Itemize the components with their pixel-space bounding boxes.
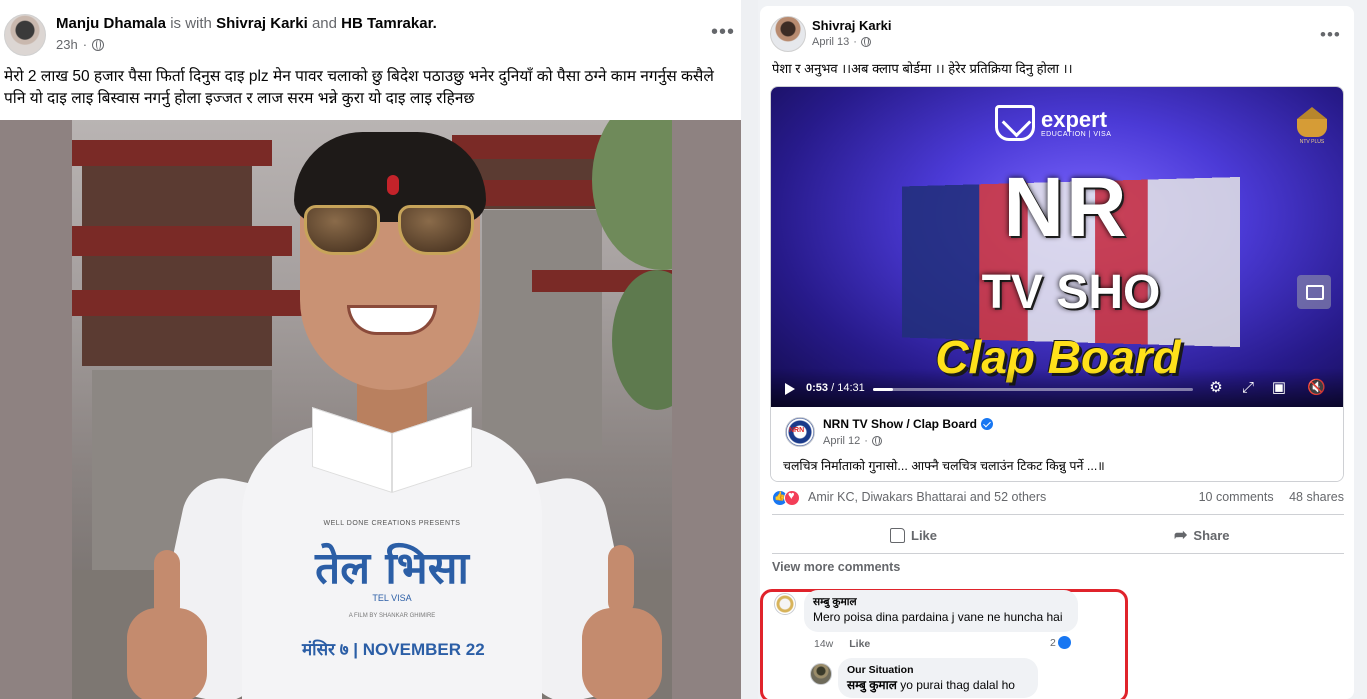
right-panel: Shivraj Karki April 13 · ••• पेशा र अनुभ… [758, 0, 1367, 699]
source-page-name[interactable]: NRN TV Show / Clap Board [823, 417, 994, 431]
tshirt-print: WELL DONE CREATIONS PRESENTS तेल भिसा TE… [302, 520, 485, 660]
right-post: Shivraj Karki April 13 · ••• पेशा र अनुभ… [760, 6, 1354, 699]
author-name[interactable]: Shivraj Karki [812, 18, 892, 33]
channel-badge: NTV PLUS [1297, 107, 1327, 145]
post-time-label[interactable]: 23h [56, 37, 78, 52]
photo-scene: WELL DONE CREATIONS PRESENTS तेल भिसा TE… [72, 120, 672, 699]
tshirt-subtitle: TEL VISA [372, 593, 412, 603]
share-arrow-icon: ➦ [1174, 527, 1188, 544]
author-name[interactable]: Manju Dhamala [56, 15, 166, 32]
source-text: चलचित्र निर्माताको गुनासो... आफ्नै चलचित… [783, 459, 1105, 473]
video-current-time: 0:53 [806, 382, 829, 394]
comments-count[interactable]: 10 comments [1199, 490, 1274, 504]
love-reaction-icon [784, 490, 800, 506]
picture-in-picture-icon[interactable] [1297, 275, 1331, 309]
post-time: April 13 · [812, 36, 871, 48]
author-avatar[interactable] [4, 14, 46, 56]
like-label: Like [911, 527, 938, 543]
screenshot-root: Manju Dhamala is with Shivraj Karki and … [0, 0, 1367, 699]
more-options-icon[interactable]: ••• [711, 22, 735, 42]
book-icon [995, 105, 1035, 141]
post-header: Manju Dhamala is with Shivraj Karki and … [56, 15, 437, 32]
author-avatar[interactable] [770, 16, 806, 52]
comment-time[interactable]: 14w [814, 638, 833, 650]
video-title-line-1: NR [1003, 160, 1129, 254]
more-options-icon[interactable]: ••• [1320, 26, 1341, 43]
source-name-label[interactable]: NRN TV Show / Clap Board [823, 417, 977, 431]
fullscreen-icon[interactable]: ⤢ [1240, 380, 1256, 396]
sunglasses [304, 205, 479, 257]
video-progress-bar[interactable] [873, 388, 1193, 391]
shared-source: NRN NRN TV Show / Clap Board April 12 · … [771, 407, 1343, 481]
logo-sub: EDUCATION | VISA [1041, 130, 1112, 138]
post-photo[interactable]: WELL DONE CREATIONS PRESENTS तेल भिसा TE… [0, 120, 741, 699]
tagged-user-1[interactable]: Shivraj Karki [216, 15, 308, 32]
play-icon[interactable] [785, 383, 795, 395]
reply-mention[interactable]: सम्बु कुमाल [847, 678, 897, 692]
commenter-avatar[interactable] [774, 593, 796, 615]
reaction-icons[interactable] [772, 490, 802, 506]
tshirt-credit: A FILM BY SHANKAR GHIMIRE [348, 613, 436, 619]
reply-text: सम्बु कुमाल yo purai thag dalal ho [847, 677, 1029, 693]
tshirt-presents: WELL DONE CREATIONS PRESENTS [323, 520, 461, 527]
expert-logo: expert EDUCATION | VISA [995, 105, 1111, 141]
view-more-comments[interactable]: View more comments [772, 560, 900, 574]
globe-icon [860, 37, 871, 47]
shares-count[interactable]: 48 shares [1289, 490, 1344, 504]
is-with-text: is with [170, 15, 212, 32]
channel-badge-text: NTV PLUS [1299, 139, 1325, 145]
like-button[interactable]: Like [890, 523, 937, 547]
post-time-label[interactable]: April 13 [812, 36, 849, 48]
left-post: Manju Dhamala is with Shivraj Karki and … [0, 0, 741, 699]
video-time: 0:53 / 14:31 [806, 382, 865, 394]
comment-reactions[interactable]: 2 [1050, 636, 1071, 649]
logo-name: expert [1041, 106, 1108, 132]
reply-author[interactable]: Our Situation [847, 663, 1029, 677]
settings-gear-icon[interactable]: ⚙ [1208, 380, 1224, 396]
verified-badge-icon [981, 418, 994, 430]
globe-icon [92, 38, 105, 51]
like-reaction-icon [1057, 636, 1071, 649]
video-progress-fill [873, 388, 893, 391]
tshirt-date: मंसिर ७ | NOVEMBER 22 [302, 640, 485, 659]
reply-bubble: Our Situation सम्बु कुमाल yo purai thag … [838, 658, 1038, 698]
comment-like-link[interactable]: Like [849, 638, 870, 650]
comment-text: Mero poisa dina pardaina j vane ne hunch… [813, 610, 1063, 624]
post-text: पेशा र अनुभव ।।अब क्लाप बोर्डमा ।। हेरेर… [772, 61, 1073, 76]
mute-icon[interactable]: 🔇 [1307, 380, 1326, 396]
source-time-label[interactable]: April 12 [823, 435, 860, 447]
video-player[interactable]: expert EDUCATION | VISA NTV PLUS NR TV S… [771, 87, 1343, 407]
video-duration: 14:31 [837, 382, 865, 394]
reply-avatar[interactable] [810, 663, 832, 685]
globe-icon [871, 436, 882, 446]
and-text: and [311, 15, 337, 32]
video-title-line-2: TV SHO [981, 267, 1161, 319]
reaction-names[interactable]: Amir KC, Diwakars Bhattarai and 52 other… [808, 490, 1046, 504]
comment-author[interactable]: सम्बु कुमाल [813, 595, 1069, 609]
post-text: मेरो 2 लाख 50 हजार पैसा फिर्ता दिनुस दाइ… [4, 68, 714, 107]
share-button[interactable]: ➦ Share [1174, 523, 1230, 547]
video-controls: 0:53 / 14:31 ⚙ ⤢ ▣ 🔇 [771, 369, 1343, 407]
panel-divider [741, 0, 758, 699]
post-actions: Like ➦ Share [772, 514, 1344, 554]
reply-body: yo purai thag dalal ho [900, 678, 1015, 692]
miniplayer-icon[interactable]: ▣ [1271, 380, 1287, 396]
thumbs-up-icon [890, 527, 905, 543]
comment-reaction-count: 2 [1050, 636, 1056, 649]
comment-bubble: सम्बु कुमाल Mero poisa dina pardaina j v… [804, 590, 1078, 632]
source-logo-text: NRN [789, 427, 805, 434]
tshirt-title: तेल भिसा [315, 543, 469, 594]
source-time: April 12 · [823, 435, 882, 447]
reactions-bar: Amir KC, Diwakars Bhattarai and 52 other… [772, 489, 1344, 507]
tagged-user-2[interactable]: HB Tamrakar. [341, 15, 437, 32]
comment-meta: 14w Like [814, 638, 870, 650]
source-page-logo[interactable]: NRN [785, 417, 815, 447]
share-label: Share [1193, 527, 1230, 543]
post-time: 23h · [56, 37, 105, 52]
shared-video-card: expert EDUCATION | VISA NTV PLUS NR TV S… [770, 86, 1344, 482]
